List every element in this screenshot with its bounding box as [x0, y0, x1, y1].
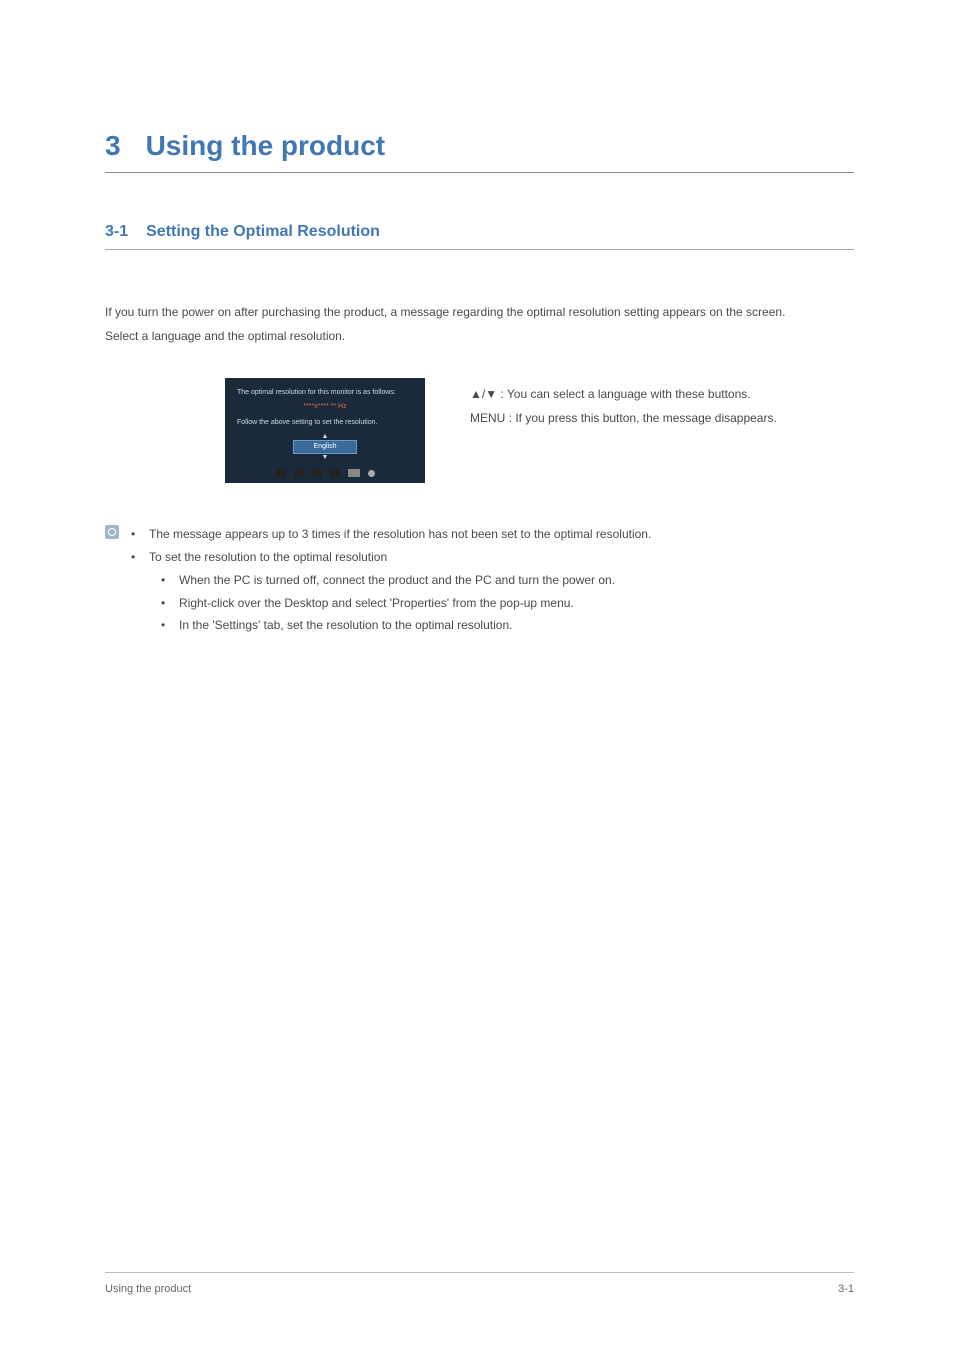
chapter-title-text: Using the product [146, 130, 386, 161]
up-arrow-icon: ▲ [237, 433, 413, 440]
osd-language: English [293, 440, 358, 454]
section-title-text: Setting the Optimal Resolution [146, 223, 380, 240]
intro-line-1: If you turn the power on after purchasin… [105, 300, 854, 324]
chapter-title: 3 Using the product [105, 130, 854, 173]
note-sub-2: Right-click over the Desktop and select … [161, 592, 651, 615]
osd-icon-1 [276, 469, 286, 477]
note-item-2: To set the resolution to the optimal res… [131, 546, 651, 637]
desc-menu: MENU : If you press this button, the mes… [470, 406, 777, 430]
osd-line-2: Follow the above setting to set the reso… [237, 418, 413, 428]
section-title: 3-1 Setting the Optimal Resolution [105, 223, 854, 250]
footer-left: Using the product [105, 1283, 191, 1295]
note-icon [105, 525, 119, 539]
osd-icon-5 [348, 469, 360, 477]
osd-icon-3 [312, 469, 322, 477]
intro-paragraph: If you turn the power on after purchasin… [105, 300, 854, 348]
intro-line-2: Select a language and the optimal resolu… [105, 324, 854, 348]
down-arrow-icon: ▼ [237, 454, 413, 461]
note-sub-3: In the 'Settings' tab, set the resolutio… [161, 614, 651, 637]
desc-arrows: ▲/▼ : You can select a language with the… [470, 382, 777, 406]
section-number: 3-1 [105, 223, 128, 241]
osd-figure: The optimal resolution for this monitor … [225, 378, 425, 483]
note-list: The message appears up to 3 times if the… [131, 523, 651, 637]
footer-right: 3-1 [838, 1283, 854, 1295]
page-footer: Using the product 3-1 [105, 1272, 854, 1295]
osd-icon-6 [368, 470, 375, 477]
osd-line-1: The optimal resolution for this monitor … [237, 388, 413, 398]
osd-icon-2 [294, 469, 304, 477]
osd-icon-row [237, 469, 413, 477]
osd-icon-4 [330, 469, 340, 477]
description-list: ▲/▼ : You can select a language with the… [470, 378, 777, 430]
note-sub-1: When the PC is turned off, connect the p… [161, 569, 651, 592]
osd-resolution: ****x**** ** Hz [237, 402, 413, 412]
chapter-number: 3 [105, 130, 121, 162]
note-item-1: The message appears up to 3 times if the… [131, 523, 651, 546]
